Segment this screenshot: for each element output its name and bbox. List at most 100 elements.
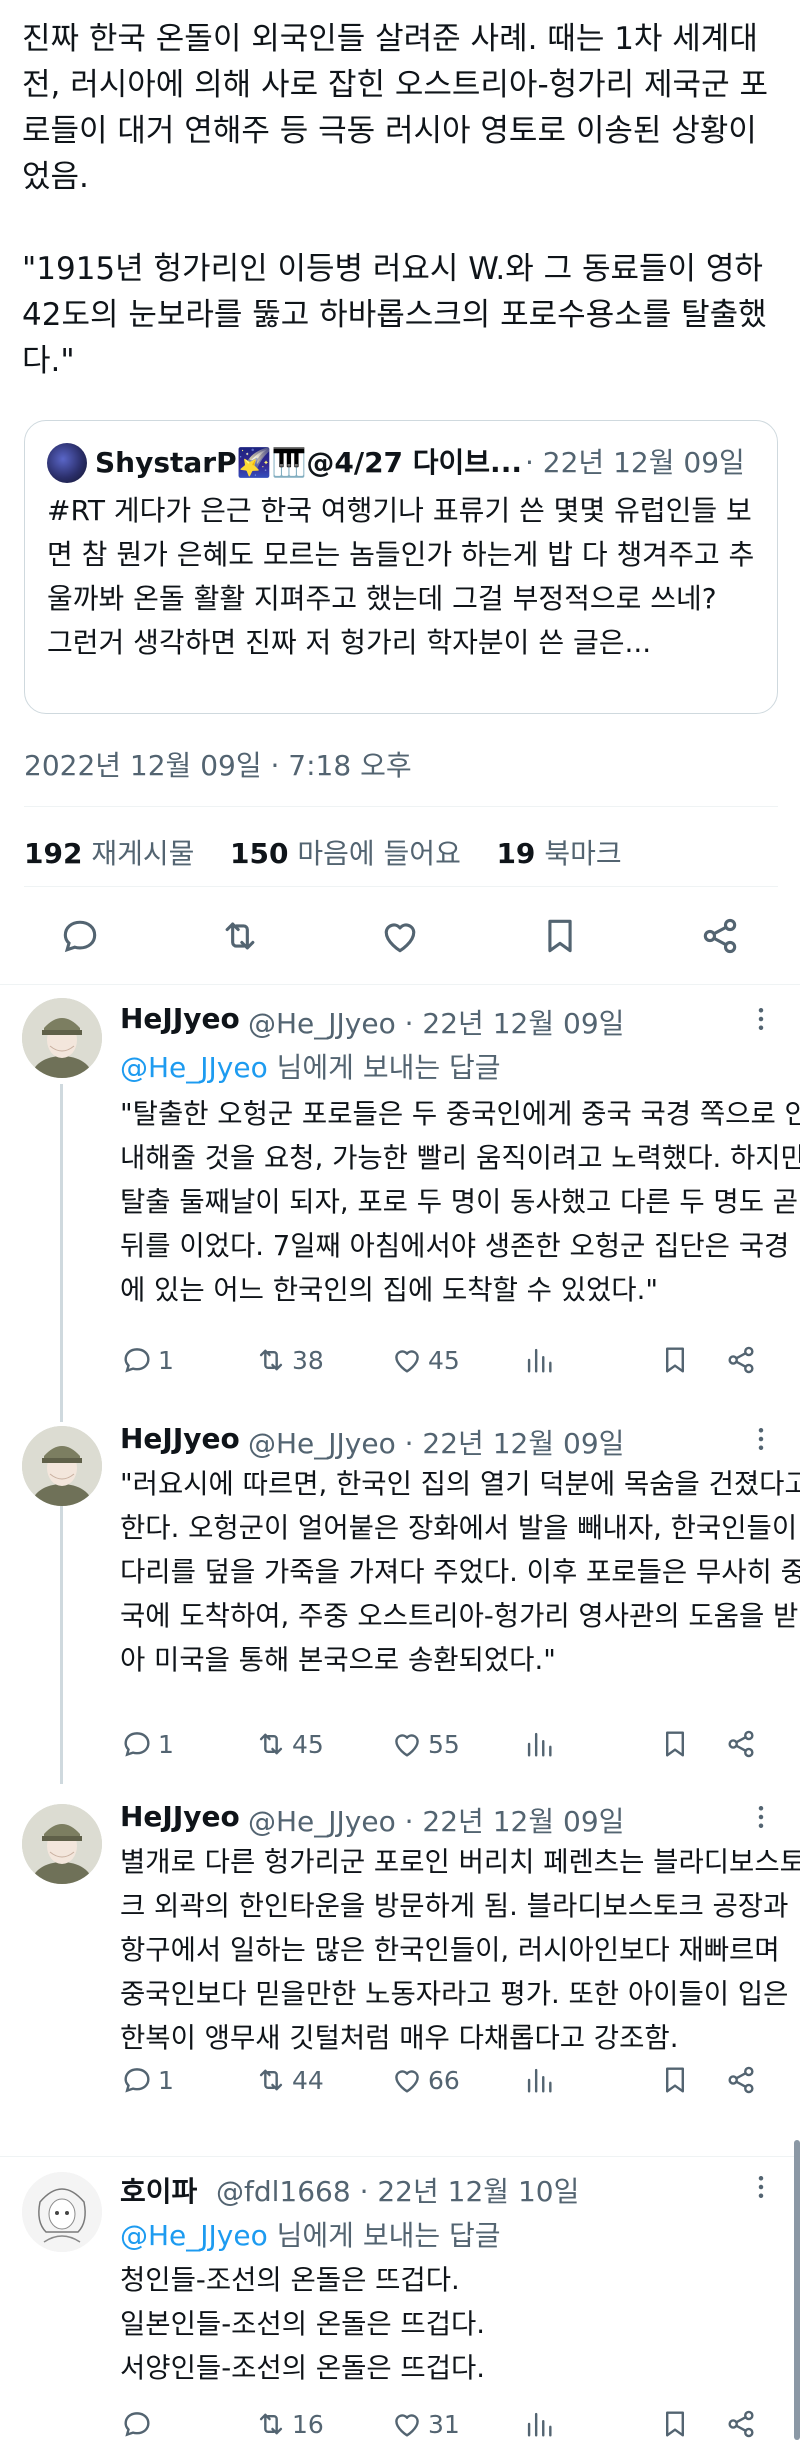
views-chart-icon [527, 2412, 552, 2437]
reply-tweet[interactable]: HeJJyeo @He_JJyeo · 22년 12월 09일 @He_JJye… [0, 986, 800, 1420]
views-chart-icon [527, 1348, 552, 1373]
author-avatar[interactable] [22, 998, 102, 1078]
tweet-action-bar [0, 910, 800, 970]
views-button[interactable] [522, 2402, 556, 2440]
reply-count: 1 [158, 2065, 174, 2095]
like-count: 150 [230, 837, 289, 870]
like-count: 31 [428, 2409, 460, 2439]
reply-button[interactable]: 1 [120, 1338, 174, 1382]
more-icon[interactable] [746, 2172, 776, 2202]
retweet-button[interactable]: 16 [254, 2402, 324, 2440]
bookmark-button[interactable] [658, 1722, 692, 1766]
like-button[interactable]: 31 [390, 2402, 460, 2440]
retweet-button[interactable]: 44 [254, 2058, 324, 2102]
quoted-tweet-date: · 22년 12월 09일 [525, 446, 745, 479]
retweet-icon[interactable] [218, 914, 262, 958]
author-handle-date: @He_JJyeo · 22년 12월 09일 [248, 1427, 625, 1460]
share-button[interactable] [724, 1722, 758, 1766]
author-avatar[interactable] [22, 2172, 102, 2252]
retweet-button[interactable]: 38 [254, 1338, 324, 1382]
reply-action-bar: 1 45 55 [120, 1722, 800, 1766]
tweet-timestamp[interactable]: 2022년 12월 09일 · 7:18 오후 [24, 744, 412, 784]
like-icon[interactable] [378, 914, 422, 958]
reply-button[interactable]: 1 [120, 1722, 174, 1766]
quoted-author-avatar[interactable] [47, 443, 87, 483]
author-name[interactable]: HeJJyeo [120, 1422, 240, 1455]
like-count: 55 [428, 1729, 460, 1759]
share-button[interactable] [724, 1338, 758, 1382]
author-name[interactable]: 호이파 [120, 2170, 197, 2210]
more-icon[interactable] [746, 1802, 776, 1832]
retweet-icon [259, 1349, 283, 1371]
replying-to: @He_JJyeo 님에게 보내는 답글 [120, 1046, 501, 1086]
replying-to: @He_JJyeo 님에게 보내는 답글 [120, 2214, 501, 2254]
retweet-count: 16 [292, 2409, 324, 2439]
reply-to-suffix: 님에게 보내는 답글 [267, 1051, 501, 1084]
reply-icon [124, 2412, 150, 2437]
like-button[interactable]: 55 [390, 1722, 460, 1766]
tweet-text: 진짜 한국 온돌이 외국인들 살려준 사례. 때는 1차 세계대전, 러시아에 … [22, 21, 768, 379]
author-handle-date: @fdl1668 · 22년 12월 10일 [216, 2175, 580, 2208]
reply-icon[interactable] [58, 914, 102, 958]
scrollbar[interactable] [794, 2140, 800, 2440]
reply-icon [124, 1348, 150, 1373]
share-button[interactable] [724, 2402, 758, 2440]
author-handle-date: @He_JJyeo · 22년 12월 09일 [248, 1805, 625, 1838]
quoted-tweet-card[interactable]: ShystarP🌠🎹@4/27 다이브... · 22년 12월 09일 #RT… [24, 420, 778, 714]
bookmark-button[interactable] [658, 2402, 692, 2440]
bookmark-count-link[interactable]: 19 북마크 [496, 837, 621, 870]
retweet-icon [259, 2069, 283, 2091]
retweet-icon [259, 1733, 283, 1755]
author-avatar[interactable] [22, 1426, 102, 1506]
bookmark-button[interactable] [658, 1338, 692, 1382]
reply-button[interactable] [120, 2402, 158, 2440]
author-name[interactable]: HeJJyeo [120, 1002, 240, 1035]
reply-action-bar: 1 38 45 [120, 1338, 800, 1382]
like-count: 45 [428, 1345, 460, 1375]
reply-to-handle[interactable]: @He_JJyeo [120, 1051, 268, 1084]
reply-button[interactable]: 1 [120, 2058, 174, 2102]
reply-to-suffix: 님에게 보내는 답글 [267, 2219, 501, 2252]
more-icon[interactable] [746, 1424, 776, 1454]
views-button[interactable] [522, 1338, 556, 1382]
like-icon [395, 2414, 419, 2437]
views-chart-icon [527, 1732, 552, 1757]
reply-to-handle[interactable]: @He_JJyeo [120, 2219, 268, 2252]
author-name[interactable]: HeJJyeo [120, 1800, 240, 1833]
retweet-count-link[interactable]: 192 재게시물 [24, 837, 194, 870]
reply-tweet[interactable]: 호이파 @fdl1668 · 22년 12월 10일 @He_JJyeo 님에게… [0, 2158, 800, 2440]
quoted-author-name[interactable]: ShystarP🌠🎹@4/27 다이브... [95, 441, 522, 481]
tweet-stats: 192 재게시물 150 마음에 들어요 19 북마크 [24, 832, 622, 872]
like-button[interactable]: 45 [390, 1338, 460, 1382]
reply-tweet[interactable]: HeJJyeo @He_JJyeo · 22년 12월 09일 별개로 다른 헝… [0, 1786, 800, 2152]
share-icon [728, 2410, 754, 2438]
views-button[interactable] [522, 2058, 556, 2102]
share-icon[interactable] [698, 914, 742, 958]
divider [0, 984, 800, 985]
retweet-count: 192 [24, 837, 83, 870]
bookmark-button[interactable] [658, 2058, 692, 2102]
like-button[interactable]: 66 [390, 2058, 460, 2102]
reply-tweet[interactable]: HeJJyeo @He_JJyeo · 22년 12월 09일 "러요시에 따르… [0, 1408, 800, 1800]
like-count: 66 [428, 2065, 460, 2095]
more-icon[interactable] [746, 1004, 776, 1034]
author-handle-date: @He_JJyeo · 22년 12월 09일 [248, 1007, 625, 1040]
reply-text: "러요시에 따르면, 한국인 집의 열기 덕분에 목숨을 건졌다고 한다. 오헝… [120, 1468, 800, 1676]
retweet-icon [259, 2413, 283, 2435]
divider [24, 806, 778, 807]
like-icon [395, 2070, 419, 2093]
share-icon [728, 1730, 754, 1758]
bookmark-icon [666, 2411, 684, 2437]
bookmark-icon[interactable] [538, 914, 582, 958]
reply-text: 별개로 다른 헝가리군 포로인 버리치 페렌츠는 블라디보스토크 외곽의 한인타… [120, 1846, 800, 2054]
like-count-link[interactable]: 150 마음에 들어요 [230, 837, 461, 870]
reply-text: "탈출한 오헝군 포로들은 두 중국인에게 중국 국경 쪽으로 안내해줄 것을 … [120, 1098, 800, 1306]
views-button[interactable] [522, 1722, 556, 1766]
reply-action-bar: 1 44 66 [120, 2058, 800, 2102]
author-avatar[interactable] [22, 1804, 102, 1884]
retweet-button[interactable]: 45 [254, 1722, 324, 1766]
retweet-count: 44 [292, 2065, 324, 2095]
bookmark-count: 19 [496, 837, 536, 870]
share-button[interactable] [724, 2058, 758, 2102]
quoted-tweet-text: #RT 게다가 은근 한국 여행기나 표류기 쓴 몇몇 유럽인들 보면 참 뭔가… [47, 494, 755, 659]
